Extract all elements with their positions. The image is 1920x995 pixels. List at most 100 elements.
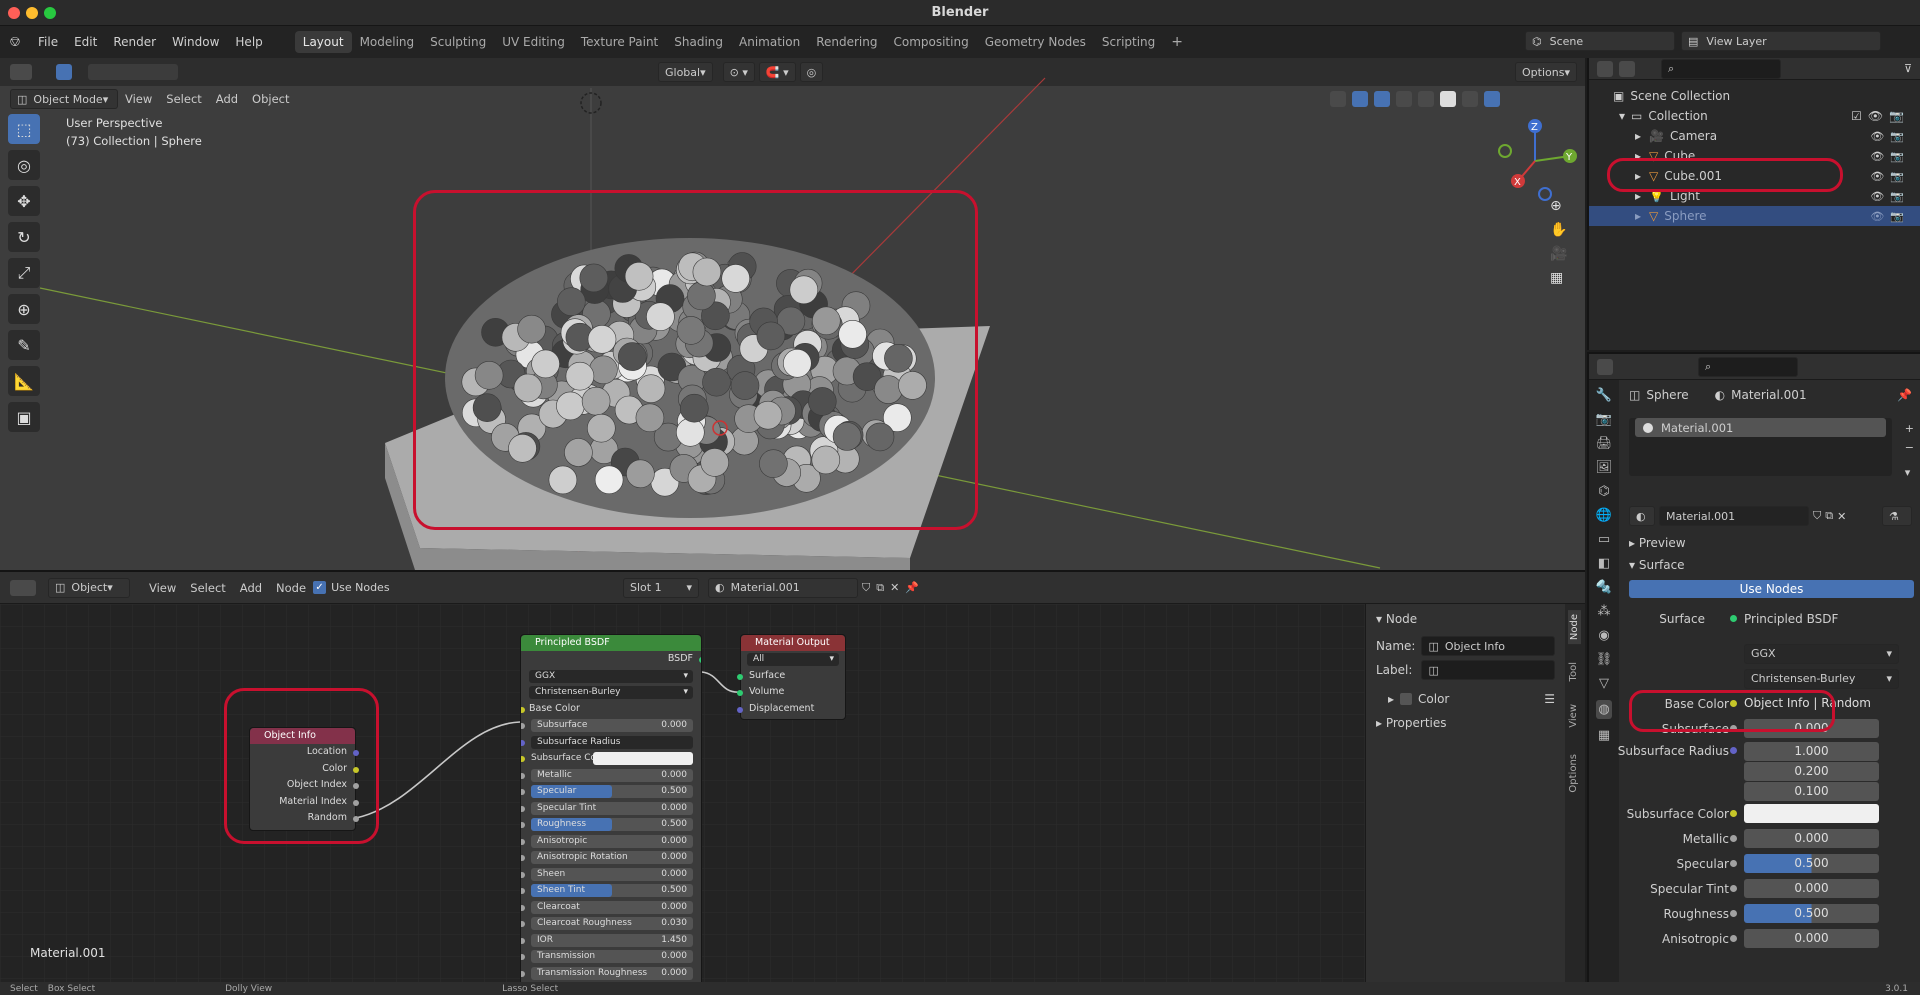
distribution-row[interactable]: GGX ▾ (521, 668, 701, 685)
editor-type-icon[interactable] (10, 579, 36, 596)
shader-prop-field[interactable]: 0.100 (1744, 781, 1879, 801)
duplicate-icon[interactable]: ⧉ (876, 581, 884, 595)
input-socket-icon[interactable] (521, 838, 525, 845)
node-menu-view[interactable]: View (142, 581, 183, 595)
ss-method-select[interactable]: Christensen-Burley ▾ (529, 686, 693, 699)
menu-render[interactable]: Render (105, 26, 164, 58)
bsdf-input-row[interactable]: Subsurface Radius (521, 734, 701, 751)
editor-type-icon[interactable] (1597, 60, 1613, 77)
properties-subpanel[interactable]: ▸ Properties (1366, 710, 1565, 736)
fake-user-icon[interactable]: ⛉ (1813, 509, 1821, 523)
bsdf-input-field[interactable]: Clearcoat 0.000 (531, 900, 693, 914)
outliner-item-camera[interactable]: ▸ 🎥 Camera 👁📷 (1589, 126, 1920, 146)
add-slot-icon[interactable]: + (1905, 422, 1914, 435)
input-socket-icon[interactable] (521, 921, 525, 927)
shader-prop-field[interactable]: 0.500 (1744, 854, 1879, 873)
bsdf-input-row[interactable]: IOR 1.450 (521, 932, 701, 949)
bsdf-input-field[interactable]: Anisotropic 0.000 (531, 834, 693, 848)
bsdf-input-row[interactable]: Anisotropic Rotation 0.000 (521, 849, 701, 866)
shader-type-select[interactable]: ◫ Object ▾ (48, 577, 130, 598)
color-subpanel[interactable]: ▸ Color ☰ (1366, 682, 1565, 710)
pin-icon[interactable]: 📌 (1897, 388, 1912, 402)
principled-bsdf-node[interactable]: Principled BSDF BSDF GGX ▾ Christensen-Bu… (520, 634, 702, 984)
tab-shading[interactable]: Shading (666, 31, 731, 53)
material-output-header[interactable]: Material Output (741, 635, 845, 651)
use-nodes-button[interactable]: Use Nodes (1629, 580, 1914, 598)
bsdf-input-field[interactable]: Sheen 0.000 (531, 867, 693, 881)
bsdf-input-field[interactable]: Clearcoat Roughness 0.030 (531, 917, 693, 930)
expand-arrow-icon[interactable]: ▸ (1635, 209, 1641, 223)
tool-tab-icon[interactable]: 🔧 (1596, 388, 1612, 403)
input-socket-icon[interactable] (521, 739, 525, 746)
input-socket-icon[interactable] (521, 954, 525, 960)
input-socket-icon[interactable] (521, 904, 525, 911)
shader-prop-field[interactable]: 0.000 (1744, 879, 1879, 898)
data-tab-icon[interactable]: ▽ (1599, 676, 1609, 691)
menu-help[interactable]: Help (227, 26, 270, 58)
node-menu-node[interactable]: Node (269, 581, 313, 595)
material-tab-icon[interactable]: ◍ (1596, 700, 1612, 719)
bsdf-input-field[interactable]: Subsurface Radius (531, 735, 693, 749)
pan-hand-icon[interactable]: ✋ (1550, 222, 1576, 238)
visibility-icons[interactable]: 👁📷 (1870, 210, 1910, 223)
input-socket-icon[interactable] (521, 822, 525, 828)
tab-options[interactable]: Options (1568, 754, 1579, 793)
name-field[interactable]: ◫ Object Info (1421, 636, 1555, 656)
material-datablock[interactable]: ◐ Material.001 (708, 577, 858, 598)
tab-tool[interactable]: Tool (1568, 662, 1579, 681)
color-checkbox[interactable] (1400, 693, 1413, 705)
grid-view-icon[interactable]: ▦ (1550, 270, 1576, 286)
slot-menu-icon[interactable]: ▾ (1905, 466, 1914, 479)
input-socket-icon[interactable] (1730, 810, 1737, 817)
tab-layout[interactable]: Layout (294, 31, 352, 53)
select-box-tool-icon[interactable]: ⬚ (8, 114, 40, 144)
bsdf-input-row[interactable]: Transmission 0.000 (521, 948, 701, 965)
bsdf-input-field[interactable]: Metallic 0.000 (531, 768, 693, 782)
tab-node[interactable]: Node (1568, 610, 1581, 645)
scale-tool-icon[interactable]: ⤢ (8, 258, 40, 288)
node-menu-select[interactable]: Select (183, 581, 232, 595)
node-menu-add[interactable]: Add (233, 581, 269, 595)
transform-tool-icon[interactable]: ⊕ (8, 294, 40, 324)
particles-tab-icon[interactable]: ⁂ (1598, 604, 1611, 619)
view-layer-tab-icon[interactable]: 🖼 (1596, 460, 1613, 475)
shader-prop-field[interactable]: 0.500 (1744, 904, 1879, 923)
properties-editor[interactable]: ⌕ 🔧 📷 🖨 🖼 ⌬ 🌐 ▭ ◧ 🔩 ⁂ ◉ ⛓ ▽ ◍ ▦ ◫ Sphere … (1587, 352, 1920, 982)
maximize-window-button[interactable] (44, 7, 56, 19)
filter-icon[interactable]: ⊽ (1904, 62, 1912, 75)
unlink-icon[interactable]: ✕ (1837, 510, 1846, 523)
display-mode-icon[interactable] (1619, 60, 1635, 77)
label-field[interactable]: ◫ (1421, 660, 1555, 680)
texture-tab-icon[interactable]: ▦ (1598, 728, 1610, 743)
shader-prop-field[interactable]: 0.000 (1744, 829, 1879, 848)
physics-tab-icon[interactable]: ◉ (1598, 628, 1609, 643)
render-tab-icon[interactable]: 📷 (1596, 412, 1612, 427)
bsdf-input-field[interactable]: Subsurface 0.000 (531, 719, 693, 732)
add-workspace-icon[interactable]: + (1163, 31, 1191, 53)
shield-icon[interactable]: ⛉ (862, 581, 870, 595)
expand-arrow-icon[interactable]: ▸ (1635, 129, 1641, 143)
tab-texture-paint[interactable]: Texture Paint (573, 31, 666, 53)
tab-animation[interactable]: Animation (731, 31, 808, 53)
blender-logo-icon[interactable]: ⎊ (0, 34, 30, 50)
bsdf-input-field[interactable]: Specular 0.500 (531, 785, 693, 798)
input-socket-icon[interactable] (521, 805, 525, 812)
material-slot-item[interactable]: Material.001 (1635, 418, 1886, 437)
distribution-select[interactable]: GGX ▾ (1744, 643, 1899, 664)
input-socket-icon[interactable] (521, 970, 525, 977)
camera-view-icon[interactable]: 🎥 (1550, 246, 1576, 262)
tab-modeling[interactable]: Modeling (352, 31, 423, 53)
menu-edit[interactable]: Edit (66, 26, 105, 58)
visibility-icons[interactable]: 👁📷 (1870, 150, 1910, 163)
ss-method-row[interactable]: Christensen-Burley ▾ (521, 684, 701, 701)
input-socket-icon[interactable] (1730, 835, 1737, 842)
bsdf-input-field[interactable]: Sheen Tint 0.500 (531, 884, 693, 897)
bsdf-input-row[interactable]: Subsurface 0.000 (521, 717, 701, 734)
color-swatch[interactable] (593, 752, 693, 765)
tab-rendering[interactable]: Rendering (808, 31, 885, 53)
bsdf-input-row[interactable]: Sheen Tint 0.500 (521, 882, 701, 899)
distribution-select[interactable]: GGX ▾ (529, 669, 693, 683)
close-window-button[interactable] (8, 7, 20, 19)
bsdf-input-field[interactable]: Specular Tint 0.000 (531, 801, 693, 815)
ss-method-select[interactable]: Christensen-Burley ▾ (1744, 668, 1899, 689)
